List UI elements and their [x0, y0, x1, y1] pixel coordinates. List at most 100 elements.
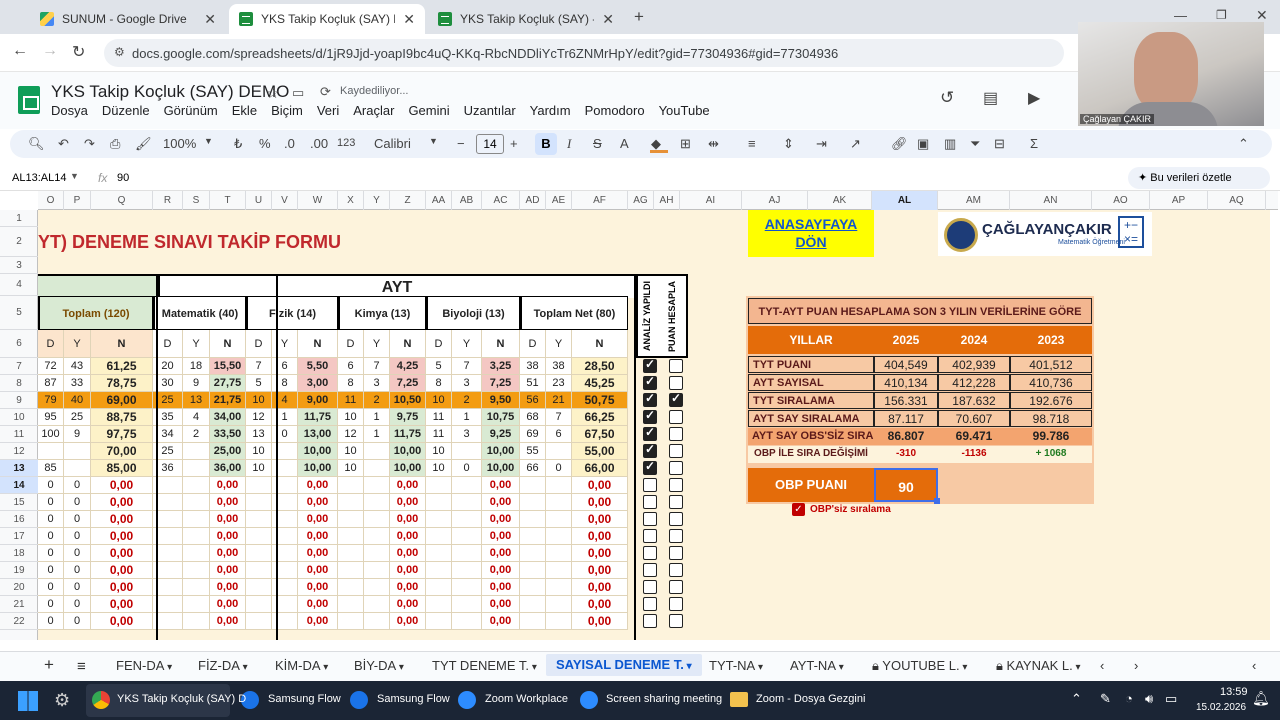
puan-checkbox[interactable] — [669, 580, 683, 594]
puan-checkbox[interactable] — [669, 597, 683, 611]
table-cell[interactable]: 9 — [183, 375, 210, 392]
chevron-down-icon[interactable]: ▾ — [836, 662, 844, 673]
table-cell[interactable] — [452, 562, 482, 579]
table-cell[interactable]: 0,00 — [210, 494, 246, 511]
table-cell[interactable]: 0,00 — [210, 528, 246, 545]
table-cell[interactable]: 85 — [38, 460, 64, 477]
table-cell[interactable]: 0 — [38, 511, 64, 528]
strikethrough-button[interactable]: S — [593, 136, 602, 151]
table-cell[interactable]: 1 — [364, 409, 390, 426]
menu-duzenle[interactable]: Düzenle — [102, 103, 150, 118]
document-title[interactable]: YKS Takip Koçluk (SAY) DEMO — [51, 82, 289, 102]
percent-button[interactable]: % — [259, 136, 271, 151]
browser-tab-sheets[interactable]: YKS Takip Koçluk (SAY) - Google ✕ — [428, 4, 624, 34]
table-cell[interactable]: 11,75 — [298, 409, 338, 426]
table-cell[interactable]: 85,00 — [91, 460, 153, 477]
table-cell[interactable]: 0,00 — [91, 613, 153, 630]
table-cell[interactable] — [246, 545, 272, 562]
row-header[interactable]: 9 — [0, 392, 38, 409]
chart-icon[interactable]: ▥ — [944, 136, 956, 152]
column-header[interactable]: AM — [938, 191, 1010, 210]
table-cell[interactable]: 0 — [546, 460, 572, 477]
table-cell[interactable]: 0 — [38, 562, 64, 579]
analiz-checkbox[interactable] — [643, 614, 657, 628]
column-header[interactable]: AF — [572, 191, 628, 210]
table-cell[interactable] — [520, 562, 546, 579]
taskbar-label-zoom[interactable]: Zoom Workplace — [485, 693, 568, 705]
table-cell[interactable]: 0 — [64, 545, 91, 562]
name-box[interactable]: AL13:AL14 — [12, 172, 66, 184]
table-cell[interactable]: 88,75 — [91, 409, 153, 426]
new-tab-icon[interactable]: + — [634, 7, 644, 27]
table-cell[interactable]: 13 — [246, 426, 272, 443]
table-cell[interactable]: 9,50 — [482, 392, 520, 409]
table-cell[interactable] — [546, 477, 572, 494]
collapse-toolbar-icon[interactable]: ⌃ — [1238, 136, 1249, 152]
chevron-down-icon[interactable]: ▾ — [960, 662, 967, 673]
obp-value-cell[interactable]: 90 — [874, 468, 938, 502]
table-cell[interactable] — [38, 443, 64, 460]
menu-gemini[interactable]: Gemini — [408, 103, 449, 118]
table-cell[interactable]: 10 — [426, 460, 452, 477]
url-field[interactable]: ⚙ docs.google.com/spreadsheets/d/1jR9Jjd… — [104, 39, 1064, 67]
calc-cell[interactable]: -1136 — [938, 446, 1010, 463]
table-cell[interactable] — [246, 596, 272, 613]
table-cell[interactable] — [246, 477, 272, 494]
sheet-tab[interactable]: TYT DENEME T. ▾ — [432, 658, 537, 673]
table-cell[interactable]: 10,00 — [298, 460, 338, 477]
table-cell[interactable]: 4 — [183, 409, 210, 426]
analiz-checkbox[interactable] — [643, 597, 657, 611]
sheet-tab[interactable]: BİY-DA ▾ — [354, 658, 404, 673]
column-header[interactable]: AA — [426, 191, 452, 210]
table-cell[interactable] — [546, 494, 572, 511]
row-header[interactable]: 10 — [0, 409, 38, 426]
table-cell[interactable] — [338, 545, 364, 562]
table-cell[interactable]: 0,00 — [91, 477, 153, 494]
row-header[interactable]: 8 — [0, 375, 38, 392]
table-cell[interactable] — [183, 511, 210, 528]
table-cell[interactable]: 10,75 — [482, 409, 520, 426]
table-cell[interactable]: 23 — [546, 375, 572, 392]
text-wrap-icon[interactable]: ⇥ — [816, 136, 827, 152]
table-cell[interactable] — [452, 545, 482, 562]
table-cell[interactable] — [338, 562, 364, 579]
table-cell[interactable]: 0,00 — [390, 613, 426, 630]
table-cell[interactable]: 0,00 — [210, 545, 246, 562]
puan-checkbox[interactable] — [669, 444, 683, 458]
column-header[interactable]: AJ — [742, 191, 808, 210]
table-cell[interactable] — [546, 511, 572, 528]
menu-veri[interactable]: Veri — [317, 103, 339, 118]
table-cell[interactable]: 10,00 — [482, 443, 520, 460]
table-cell[interactable] — [520, 596, 546, 613]
table-cell[interactable] — [246, 579, 272, 596]
browser-tab-drive[interactable]: SUNUM - Google Drive ✕ — [30, 4, 226, 34]
fill-handle[interactable] — [934, 498, 940, 504]
table-cell[interactable]: 0,00 — [572, 562, 628, 579]
chevron-down-icon[interactable]: ▼ — [429, 136, 438, 146]
table-cell[interactable]: 8 — [338, 375, 364, 392]
table-cell[interactable]: 10 — [246, 443, 272, 460]
table-cell[interactable] — [64, 443, 91, 460]
table-cell[interactable] — [338, 579, 364, 596]
chevron-down-icon[interactable]: ▼ — [70, 171, 79, 181]
puan-checkbox[interactable] — [669, 512, 683, 526]
chevron-down-icon[interactable]: ▾ — [1073, 662, 1081, 673]
calc-cell[interactable]: 412,228 — [938, 374, 1010, 391]
column-header[interactable]: V — [272, 191, 298, 210]
table-cell[interactable] — [364, 511, 390, 528]
table-cell[interactable] — [183, 562, 210, 579]
table-cell[interactable] — [452, 494, 482, 511]
table-cell[interactable]: 21,75 — [210, 392, 246, 409]
table-cell[interactable] — [546, 613, 572, 630]
minus-icon[interactable]: − — [457, 136, 465, 151]
table-cell[interactable]: 0,00 — [298, 528, 338, 545]
column-header[interactable]: AI — [680, 191, 742, 210]
row-header[interactable]: 13 — [0, 460, 38, 477]
table-cell[interactable]: 66,00 — [572, 460, 628, 477]
puan-checkbox[interactable] — [669, 478, 683, 492]
calc-cell[interactable]: 86.807 — [874, 428, 938, 445]
table-cell[interactable]: 9,75 — [390, 409, 426, 426]
table-cell[interactable]: 1 — [452, 409, 482, 426]
table-cell[interactable]: 0 — [38, 545, 64, 562]
column-header[interactable]: W — [298, 191, 338, 210]
